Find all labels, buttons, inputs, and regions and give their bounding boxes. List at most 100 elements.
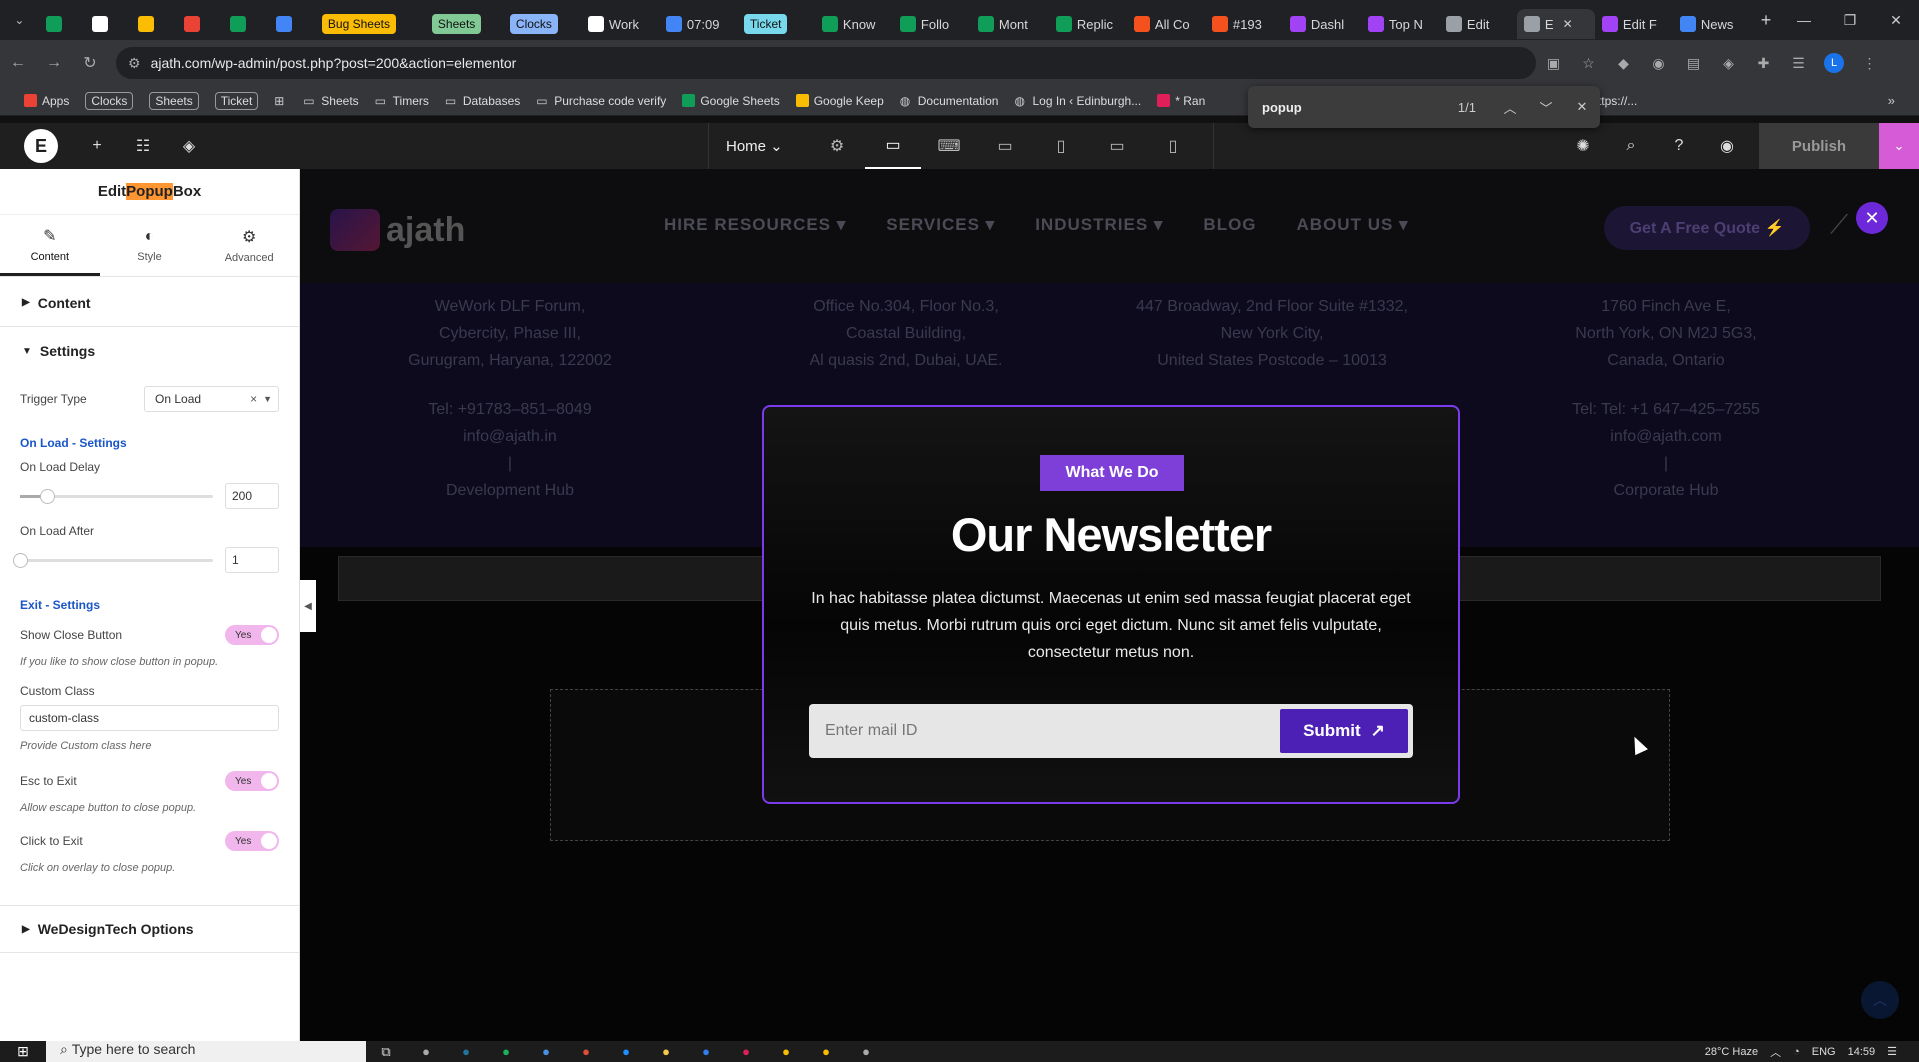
mobile-portrait-icon[interactable]: ▯ — [1145, 123, 1201, 169]
collapse-panel-icon[interactable]: ◀ — [300, 580, 316, 632]
tab-style[interactable]: ◐ Style — [100, 215, 200, 276]
bookmark-star-icon[interactable]: ☆ — [1571, 55, 1606, 72]
get-quote-button[interactable]: Get A Free Quote ⚡ — [1604, 206, 1810, 250]
find-previous-icon[interactable]: ︿ — [1492, 98, 1528, 117]
tray-chevron-icon[interactable]: ︿ — [1770, 1044, 1781, 1060]
bookmark-item[interactable]: Ticket — [207, 91, 267, 110]
browser-tab[interactable] — [269, 9, 315, 39]
bookmark-item[interactable]: ▭ Sheets — [295, 94, 366, 109]
bookmark-item[interactable]: Google Sheets — [674, 94, 787, 108]
popup-close-icon[interactable]: ✕ — [1856, 202, 1888, 234]
browser-tab[interactable]: Sheets — [425, 9, 503, 39]
slider-handle[interactable] — [40, 488, 56, 504]
browser-tab[interactable]: #193 — [1205, 9, 1283, 39]
close-window-icon[interactable]: ✕ — [1873, 12, 1919, 29]
site-info-icon[interactable]: ⚙ — [128, 55, 141, 72]
browser-tab[interactable]: News — [1673, 9, 1751, 39]
tablet-landscape-icon[interactable]: ▭ — [977, 123, 1033, 169]
bookmark-item[interactable]: Clocks — [77, 91, 141, 110]
site-settings-icon[interactable]: ☷ — [120, 136, 166, 156]
taskbar-search[interactable]: ⌕ Type here to search — [46, 1041, 366, 1062]
trigger-type-select[interactable]: On Load × ▼ — [144, 386, 279, 412]
add-element-icon[interactable]: + — [74, 137, 120, 155]
email-input[interactable]: Enter mail ID — [809, 722, 1280, 740]
nav-hire-resources[interactable]: HIRE RESOURCES ▾ — [664, 215, 846, 235]
publish-options-chevron-icon[interactable]: ⌄ — [1879, 123, 1919, 169]
tablet-portrait-icon[interactable]: ▯ — [1033, 123, 1089, 169]
bookmark-item[interactable]: ▭ Purchase code verify — [528, 94, 674, 109]
new-tab-button[interactable]: + — [1751, 10, 1781, 31]
translate-icon[interactable]: ▤ — [1676, 55, 1711, 72]
network-icon[interactable]: ◔ — [1793, 1046, 1800, 1058]
page-selector[interactable]: Home ⌄ — [709, 137, 809, 155]
slack-icon[interactable]: ● — [726, 1044, 766, 1059]
submit-button[interactable]: Submit ↗ — [1280, 709, 1408, 753]
find-input[interactable]: popup — [1262, 100, 1458, 115]
onload-delay-slider[interactable] — [20, 488, 213, 504]
browser-tab[interactable]: All Co — [1127, 9, 1205, 39]
onload-after-slider[interactable] — [13, 552, 213, 568]
browser-tab[interactable]: Ticket — [737, 9, 815, 39]
reload-icon[interactable]: ↻ — [72, 53, 108, 73]
browser-tab[interactable]: Work — [581, 9, 659, 39]
bookmark-item[interactable]: ▭ Databases — [437, 94, 528, 109]
browser-tab[interactable] — [131, 9, 177, 39]
site-logo[interactable]: ajath — [330, 209, 465, 251]
bookmark-item[interactable]: Apps — [16, 94, 77, 108]
browser-tab[interactable]: Top N — [1361, 9, 1439, 39]
section-wdt-toggle[interactable]: ▶ WeDesignTech Options — [0, 905, 299, 953]
onload-delay-input[interactable]: 200 — [225, 483, 279, 509]
show-close-toggle[interactable]: Yes — [225, 625, 279, 645]
more-bookmarks-icon[interactable]: » — [1888, 93, 1919, 108]
back-icon[interactable]: ← — [0, 54, 36, 72]
notifications-icon[interactable]: ☰ — [1887, 1045, 1897, 1058]
slider-handle[interactable] — [13, 552, 28, 568]
section-content-toggle[interactable]: ▶ Content — [0, 279, 299, 327]
app-icon[interactable]: ● — [846, 1044, 886, 1059]
camera-icon[interactable]: ◉ — [1641, 55, 1676, 72]
wordpress-icon[interactable]: ● — [446, 1044, 486, 1059]
browser-tab[interactable]: E ✕ — [1516, 9, 1595, 39]
browser-tab[interactable] — [223, 9, 269, 39]
puzzle-icon[interactable]: ✚ — [1746, 55, 1781, 72]
nav-services[interactable]: SERVICES ▾ — [886, 215, 995, 235]
browser-tab[interactable]: Follo — [893, 9, 971, 39]
bookmark-item[interactable]: ◍ Log In ‹ Edinburgh... — [1006, 94, 1149, 109]
restore-icon[interactable]: ❐ — [1827, 12, 1873, 29]
file-explorer-icon[interactable]: ● — [646, 1044, 686, 1059]
sidebar-icon[interactable]: ☰ — [1781, 55, 1816, 72]
app-icon[interactable]: ● — [526, 1044, 566, 1059]
menu-kebab-icon[interactable]: ⋮ — [1852, 55, 1887, 72]
browser-tab[interactable] — [85, 9, 131, 39]
bookmark-item[interactable]: ⊞ — [266, 94, 295, 108]
custom-class-input[interactable]: custom-class — [20, 705, 279, 731]
browser-tab[interactable]: Dashl — [1283, 9, 1361, 39]
browser-tab[interactable]: Mont — [971, 9, 1049, 39]
extension-icon[interactable]: ◆ — [1606, 55, 1641, 72]
browser-tab[interactable] — [39, 9, 85, 39]
scroll-to-top-icon[interactable]: ︿ — [1861, 981, 1899, 1019]
bookmark-item[interactable]: * Ran — [1149, 94, 1213, 108]
help-icon[interactable]: ? — [1655, 137, 1703, 155]
clock-time[interactable]: 14:59 — [1848, 1046, 1876, 1058]
forward-icon[interactable]: → — [36, 54, 72, 72]
bookmark-item[interactable]: Google Keep — [788, 94, 892, 108]
weather[interactable]: 28°C Haze — [1705, 1046, 1758, 1058]
nav-about-us[interactable]: ABOUT US ▾ — [1297, 215, 1409, 235]
chrome-icon[interactable]: ● — [806, 1044, 846, 1059]
browser-tab[interactable]: 07:09 — [659, 9, 737, 39]
section-settings-toggle[interactable]: ▼ Settings — [0, 327, 299, 375]
chrome-icon[interactable]: ● — [766, 1044, 806, 1059]
tab-advanced[interactable]: ⚙ Advanced — [199, 215, 299, 276]
tab-content[interactable]: ✎ Content — [0, 215, 100, 276]
browser-tab[interactable]: Know — [815, 9, 893, 39]
mobile-landscape-icon[interactable]: ▭ — [1089, 123, 1145, 169]
app-icon[interactable]: ● — [486, 1044, 526, 1059]
app-icon[interactable]: ● — [606, 1044, 646, 1059]
laptop-view-icon[interactable]: ⌨ — [921, 123, 977, 169]
extension-icon[interactable]: ◈ — [1711, 55, 1746, 72]
browser-tab[interactable]: Clocks — [503, 9, 581, 39]
preview-eye-icon[interactable]: ◉ — [1703, 136, 1751, 156]
nav-industries[interactable]: INDUSTRIES ▾ — [1035, 215, 1163, 235]
structure-layers-icon[interactable]: ◈ — [166, 136, 212, 156]
